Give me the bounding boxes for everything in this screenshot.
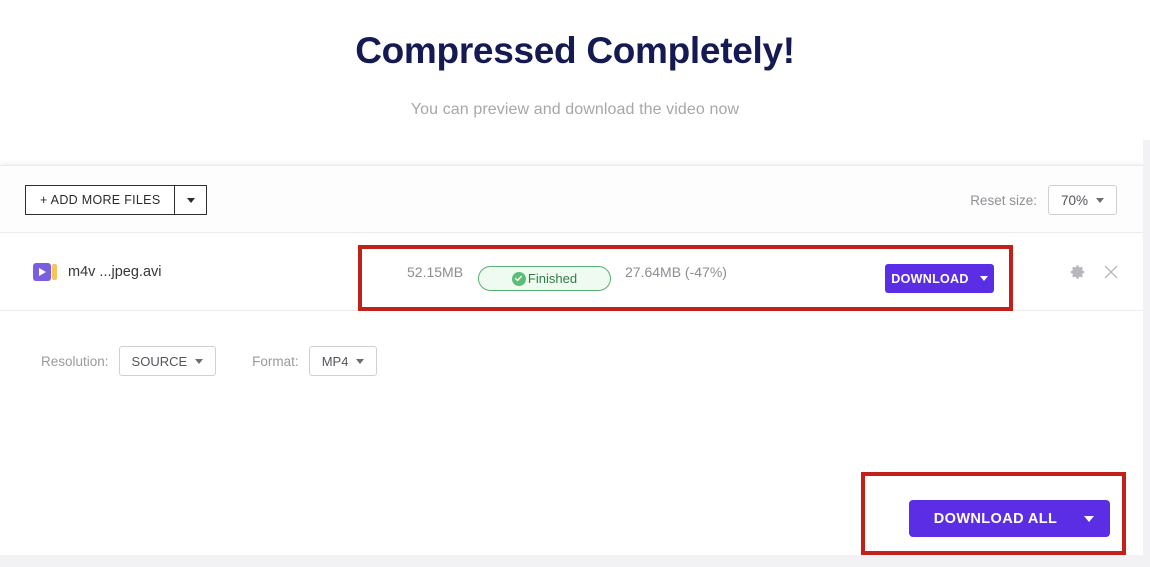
status-badge: Finished xyxy=(478,266,611,291)
add-more-files-button[interactable]: + ADD MORE FILES xyxy=(25,185,175,215)
add-more-files-dropdown-button[interactable] xyxy=(174,185,208,215)
file-name: m4v ...jpeg.avi xyxy=(68,264,162,280)
page-edge-right xyxy=(1143,140,1150,567)
chevron-down-icon xyxy=(356,358,365,364)
chevron-down-icon xyxy=(1096,197,1104,203)
check-circle-icon xyxy=(511,271,526,286)
compression-panel: + ADD MORE FILES Reset size: 70% m4v ...… xyxy=(0,165,1143,555)
reset-size-dropdown[interactable]: 70% xyxy=(1047,185,1117,215)
reset-size-control: Reset size: 70% xyxy=(970,185,1117,215)
reset-size-label: Reset size: xyxy=(970,192,1037,208)
page-title: Compressed Completely! xyxy=(355,30,795,71)
gear-icon[interactable] xyxy=(1067,262,1087,282)
page-subtitle: You can preview and download the video n… xyxy=(410,100,740,118)
resolution-dropdown[interactable]: SOURCE xyxy=(118,346,217,376)
format-value: MP4 xyxy=(321,353,349,369)
download-button[interactable]: DOWNLOAD xyxy=(885,264,994,293)
page-edge-bottom xyxy=(0,555,1150,567)
close-icon[interactable] xyxy=(1101,262,1121,282)
video-file-icon xyxy=(33,263,57,281)
format-label: Format: xyxy=(252,353,299,369)
resolution-value: SOURCE xyxy=(131,353,188,369)
output-settings: Resolution: SOURCE Format: MP4 xyxy=(41,346,378,376)
add-more-files-split-button: + ADD MORE FILES xyxy=(25,185,208,215)
hero-section: Compressed Completely! You can preview a… xyxy=(0,0,1150,163)
chevron-down-icon[interactable] xyxy=(979,276,988,281)
panel-toolbar: + ADD MORE FILES Reset size: 70% xyxy=(0,166,1143,233)
download-all-dropdown-button[interactable] xyxy=(1068,515,1110,522)
compressed-file-size: 27.64MB (-47%) xyxy=(625,264,727,280)
add-more-files-label: + ADD MORE FILES xyxy=(40,193,161,207)
download-all-button[interactable]: DOWNLOAD ALL xyxy=(909,500,1110,537)
chevron-down-icon xyxy=(195,358,204,364)
reset-size-value: 70% xyxy=(1060,192,1088,208)
chevron-down-icon xyxy=(1084,515,1094,522)
status-label: Finished xyxy=(527,271,578,286)
format-dropdown[interactable]: MP4 xyxy=(308,346,378,376)
download-button-label: DOWNLOAD xyxy=(891,271,969,286)
file-identity: m4v ...jpeg.avi xyxy=(33,233,162,311)
panel-footer: Resolution: SOURCE Format: MP4 xyxy=(0,312,1143,410)
original-file-size: 52.15MB xyxy=(407,264,464,280)
resolution-label: Resolution: xyxy=(41,353,109,369)
chevron-down-icon xyxy=(186,197,195,203)
download-all-label: DOWNLOAD ALL xyxy=(933,510,1058,527)
file-row-actions xyxy=(1067,233,1121,311)
